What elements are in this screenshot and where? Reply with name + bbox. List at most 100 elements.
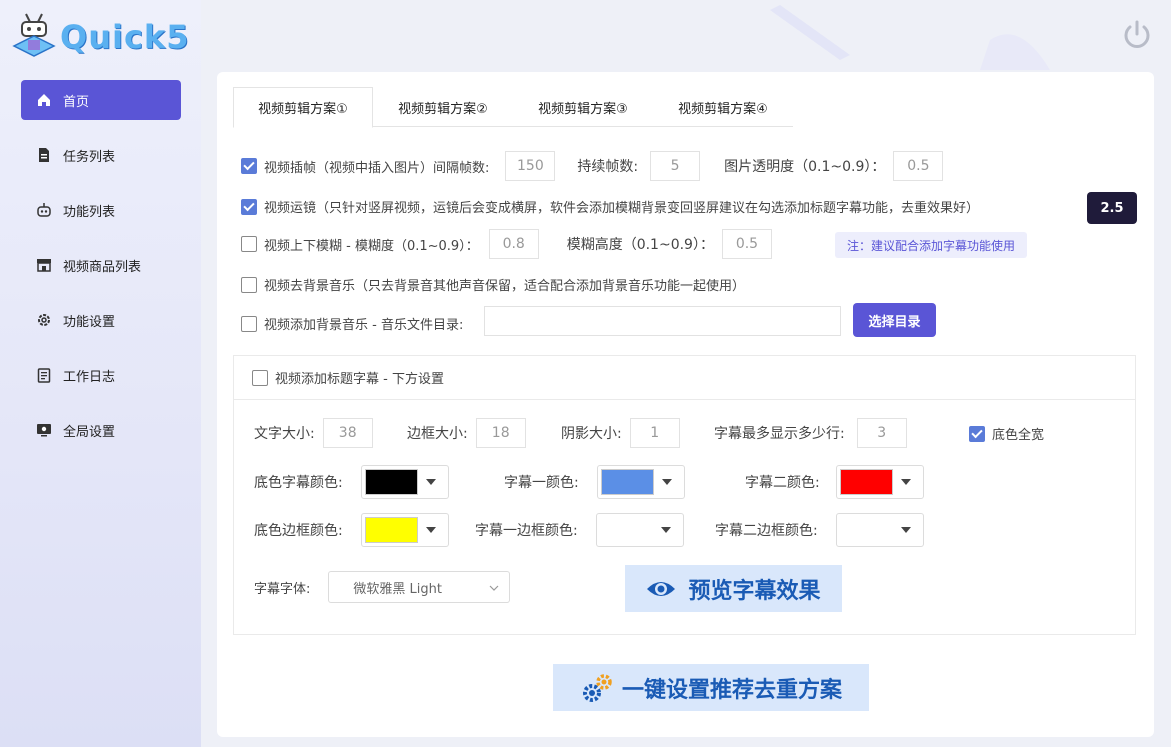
sub1-border-picker[interactable] <box>595 513 684 547</box>
max-lines-field: 字幕最多显示多少行: 3 <box>714 418 907 448</box>
tab-scheme-3[interactable]: 视频剪辑方案③ <box>513 87 653 127</box>
chevron-down-icon <box>418 478 445 486</box>
font-size-input[interactable]: 38 <box>322 418 373 448</box>
tab-scheme-2[interactable]: 视频剪辑方案② <box>373 87 513 127</box>
subtitle-checkbox[interactable] <box>252 369 268 386</box>
sub2-border-label: 字幕二边框颜色: <box>715 523 818 539</box>
subtitle-section: 视频添加标题字幕 - 下方设置 文字大小: 38 边框大小: 18 阴影大小: … <box>233 355 1136 635</box>
add-bgm-row: 视频添加背景音乐 - 音乐文件目录: <box>241 314 463 333</box>
full-width-label: 底色全宽 <box>992 428 1045 443</box>
bg-border-swatch <box>364 517 418 543</box>
bg-border-field: 底色边框颜色: <box>254 513 449 547</box>
home-icon <box>35 91 53 109</box>
subtitle-section-header: 视频添加标题字幕 - 下方设置 <box>234 356 1135 400</box>
subtitle-header-label: 视频添加标题字幕 - 下方设置 <box>275 372 444 387</box>
sidebar-item-home[interactable]: 首页 <box>21 80 181 120</box>
sub1-color-field: 字幕一颜色: <box>504 465 685 499</box>
full-width-field: 底色全宽 <box>969 424 1044 443</box>
chevron-down-icon <box>653 526 680 534</box>
camera-move-label: 视频运镜（只针对竖屏视频，运镜后会变成横屏，软件会添加模糊背景变回竖屏建议在勾选… <box>264 201 980 216</box>
border-size-label: 边框大小: <box>407 426 468 442</box>
scheme-tabs: 视频剪辑方案① 视频剪辑方案② 视频剪辑方案③ 视频剪辑方案④ <box>233 87 793 128</box>
insert-frames-label: 视频插帧（视频中插入图片）间隔帧数: <box>264 160 490 176</box>
chevron-down-icon <box>418 526 445 534</box>
bg-border-label: 底色边框颜色: <box>254 523 343 539</box>
camera-move-value-badge[interactable]: 2.5 <box>1087 192 1137 224</box>
remove-bgm-checkbox[interactable] <box>241 276 257 293</box>
chevron-down-icon <box>893 478 920 486</box>
border-size-input[interactable]: 18 <box>475 418 526 448</box>
sub1-color-swatch <box>600 469 654 495</box>
sidebar-item-label: 功能设置 <box>63 314 116 330</box>
camera-move-checkbox[interactable] <box>241 198 257 215</box>
max-lines-input[interactable]: 3 <box>856 418 907 448</box>
sub2-color-label: 字幕二颜色: <box>745 475 820 491</box>
shadow-size-field: 阴影大小: 1 <box>561 418 680 448</box>
one-click-recommend-button[interactable]: 一键设置推荐去重方案 <box>553 664 869 711</box>
frame-interval-input[interactable]: 150 <box>505 151 556 181</box>
sidebar-item-global-settings[interactable]: 全局设置 <box>21 410 181 450</box>
chevron-down-icon <box>654 478 681 486</box>
sidebar-item-label: 任务列表 <box>63 149 116 165</box>
sidebar-item-label: 工作日志 <box>63 369 116 385</box>
power-icon[interactable] <box>1120 18 1154 52</box>
opacity-input[interactable]: 0.5 <box>893 151 944 181</box>
shadow-size-label: 阴影大小: <box>561 426 622 442</box>
sidebar-nav: 首页 任务列表 功能列表 视频商品列表 功能设置 工作日志 全局设置 <box>21 80 181 465</box>
sidebar-item-task-list[interactable]: 任务列表 <box>21 135 181 175</box>
app-name: Quick5 <box>60 18 190 56</box>
sub2-border-field: 字幕二边框颜色: <box>715 513 924 547</box>
sidebar-item-video-products[interactable]: 视频商品列表 <box>21 245 181 285</box>
add-bgm-checkbox[interactable] <box>241 315 257 332</box>
blur-checkbox[interactable] <box>241 236 257 252</box>
opacity-label: 图片透明度（0.1~0.9）： <box>724 159 886 175</box>
blur-value-input[interactable]: 0.8 <box>488 229 539 259</box>
sub2-border-swatch <box>839 517 893 543</box>
sidebar-item-label: 视频商品列表 <box>63 259 142 275</box>
gears-icon <box>582 673 612 702</box>
blur-row: 视频上下模糊 - 模糊度（0.1~0.9）： 0.8 模糊高度（0.1~0.9）… <box>241 229 772 259</box>
main-panel: 视频剪辑方案① 视频剪辑方案② 视频剪辑方案③ 视频剪辑方案④ 视频插帧（视频中… <box>217 72 1154 737</box>
sub2-border-picker[interactable] <box>835 513 924 547</box>
bg-color-field: 底色字幕颜色: <box>254 465 449 499</box>
preview-subtitle-button[interactable]: 预览字幕效果 <box>625 565 842 612</box>
full-width-checkbox[interactable] <box>969 425 985 442</box>
eye-icon <box>647 581 676 596</box>
blur-note: 注：建议配合添加字幕功能使用 <box>835 232 1028 258</box>
subtitle-font-field: 字幕字体: 微软雅黑 Light <box>254 571 511 603</box>
select-directory-button[interactable]: 选择目录 <box>853 303 936 337</box>
chevron-down-icon <box>489 580 499 595</box>
sub2-color-swatch <box>839 469 893 495</box>
bg-color-swatch <box>364 469 418 495</box>
duration-input[interactable]: 5 <box>650 151 701 181</box>
robot-icon <box>35 201 53 219</box>
insert-frames-checkbox[interactable] <box>241 158 257 174</box>
blur-height-input[interactable]: 0.5 <box>721 229 772 259</box>
border-size-field: 边框大小: 18 <box>407 418 526 448</box>
preview-subtitle-label: 预览字幕效果 <box>688 577 821 604</box>
bg-color-picker[interactable] <box>360 465 449 499</box>
blur-label: 视频上下模糊 - 模糊度（0.1~0.9）： <box>264 238 479 254</box>
robot-logo-icon <box>12 13 56 57</box>
chevron-down-icon <box>893 526 920 534</box>
sidebar-item-feature-settings[interactable]: 功能设置 <box>21 300 181 340</box>
bg-border-picker[interactable] <box>360 513 449 547</box>
sidebar-item-work-log[interactable]: 工作日志 <box>21 355 181 395</box>
subtitle-font-select[interactable]: 微软雅黑 Light <box>328 571 511 603</box>
sidebar: Quick5 首页 任务列表 功能列表 视频商品列表 功能设置 工作日志 全局设… <box>0 0 201 747</box>
task-list-icon <box>35 146 53 164</box>
remove-bgm-label: 视频去背景音乐（只去背景音其他声音保留，适合配合添加背景音乐功能一起使用） <box>264 279 746 294</box>
music-dir-input[interactable] <box>484 306 841 336</box>
tab-scheme-1[interactable]: 视频剪辑方案① <box>233 87 373 128</box>
sidebar-item-feature-list[interactable]: 功能列表 <box>21 190 181 230</box>
sub1-color-picker[interactable] <box>596 465 685 499</box>
tab-scheme-4[interactable]: 视频剪辑方案④ <box>653 87 793 127</box>
log-icon <box>35 366 53 384</box>
insert-frames-row: 视频插帧（视频中插入图片）间隔帧数: 150 持续帧数: 5 图片透明度（0.1… <box>241 151 944 181</box>
shadow-size-input[interactable]: 1 <box>629 418 680 448</box>
subtitle-font-label: 字幕字体: <box>254 581 311 597</box>
subtitle-font-value: 微软雅黑 Light <box>353 581 442 597</box>
font-size-label: 文字大小: <box>254 426 315 442</box>
camera-move-row: 视频运镜（只针对竖屏视频，运镜后会变成横屏，软件会添加模糊背景变回竖屏建议在勾选… <box>241 197 979 216</box>
sub2-color-picker[interactable] <box>835 465 924 499</box>
